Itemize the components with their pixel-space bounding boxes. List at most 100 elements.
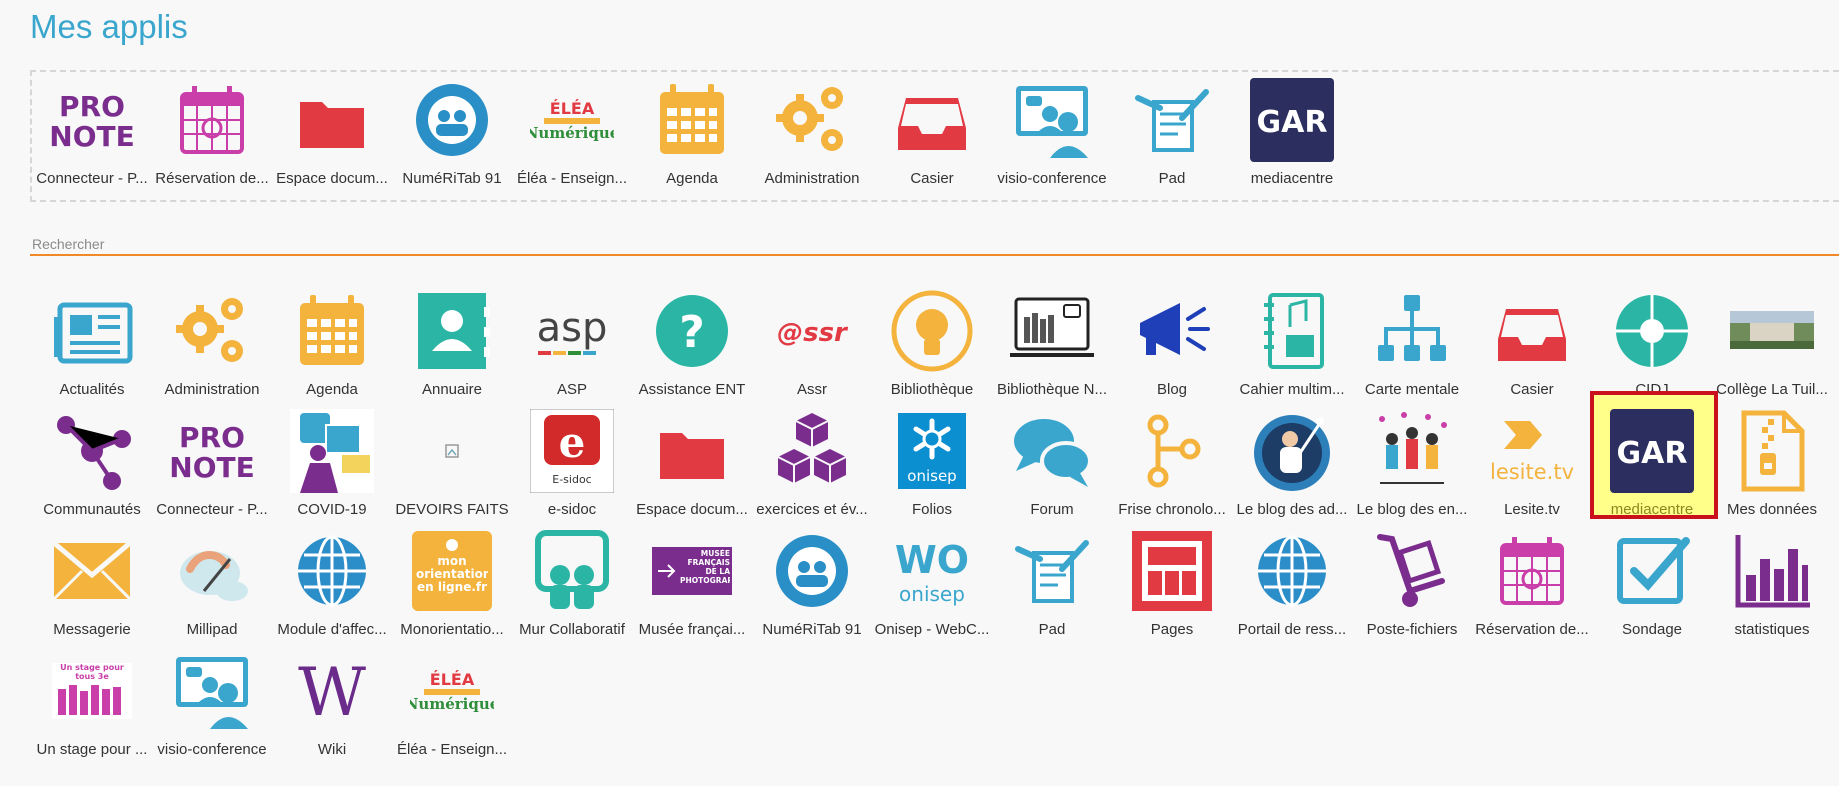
app-label: Messagerie (53, 621, 131, 638)
app-tile[interactable]: Portail de ress... (1232, 529, 1352, 649)
svg-text:asp: asp (537, 305, 608, 351)
app-label: visio-conference (157, 741, 267, 758)
share-icon (50, 409, 134, 493)
app-tile[interactable]: Mur Collaboratif (512, 529, 632, 649)
app-tile[interactable]: statistiques (1712, 529, 1832, 649)
app-label: mediacentre (1250, 170, 1334, 187)
app-tile[interactable]: Communautés (32, 409, 152, 529)
app-tile[interactable]: Carte mentale (1352, 289, 1472, 409)
app-tile[interactable]: Sondage (1592, 529, 1712, 649)
app-tile[interactable]: Pad (992, 529, 1112, 649)
app-label: DEVOIRS FAITS (395, 501, 509, 518)
app-tile[interactable]: lesite.tv Lesite.tv (1472, 409, 1592, 529)
app-tile[interactable]: NuméRiTab 91 (752, 529, 872, 649)
app-tile[interactable]: Pages (1112, 529, 1232, 649)
envelope-icon (50, 529, 134, 613)
favorite-app-tile[interactable]: Réservation de... (152, 78, 272, 198)
app-tile[interactable]: GAR mediacentre (1590, 391, 1718, 529)
favorite-app-tile[interactable]: ÉLÉA Numérique Éléa - Enseign... (512, 78, 632, 198)
app-tile[interactable]: ÉLÉA Numérique Éléa - Enseign... (392, 649, 512, 769)
app-tile[interactable]: Casier (1472, 289, 1592, 409)
app-tile[interactable]: Le blog des ad... (1232, 409, 1352, 529)
cubes-icon (770, 409, 854, 493)
favorite-app-tile[interactable]: GAR mediacentre (1232, 78, 1352, 198)
app-tile[interactable]: Module d'affec... (272, 529, 392, 649)
app-label: Assr (797, 381, 827, 398)
app-tile[interactable]: PRO NOTE Connecteur - P... (152, 409, 272, 529)
favorite-app-tile[interactable]: NuméRiTab 91 (392, 78, 512, 198)
calendar-booking-icon (170, 78, 254, 162)
app-label: Cahier multim... (1239, 381, 1345, 398)
app-tile[interactable]: Le blog des en... (1352, 409, 1472, 529)
app-tile[interactable]: Espace docum... (632, 409, 752, 529)
app-label: ASP (556, 381, 587, 398)
svg-text:ÉLÉA: ÉLÉA (550, 99, 595, 118)
favorite-app-tile[interactable]: Casier (872, 78, 992, 198)
app-tile[interactable]: Administration (152, 289, 272, 409)
app-tile[interactable]: ? Assistance ENT (632, 289, 752, 409)
app-tile[interactable]: W Wiki (272, 649, 392, 769)
favorite-app-tile[interactable]: visio-conference (992, 78, 1112, 198)
svg-text:GAR: GAR (1257, 105, 1328, 140)
svg-text:WO: WO (895, 538, 969, 582)
app-tile[interactable]: Collège La Tuil... (1712, 289, 1832, 409)
search-input[interactable] (30, 230, 1839, 252)
app-tile[interactable]: onisep Folios (872, 409, 992, 529)
app-tile[interactable]: asp ASP (512, 289, 632, 409)
app-tile[interactable]: Bibliothèque (872, 289, 992, 409)
zip-file-icon (1730, 409, 1814, 493)
app-tile[interactable]: Frise chronolo... (1112, 409, 1232, 529)
favorite-app-tile[interactable]: PRO NOTE Connecteur - P... (32, 78, 152, 198)
app-tile[interactable]: exercices et év... (752, 409, 872, 529)
favorite-app-tile[interactable]: Pad (1112, 78, 1232, 198)
app-label: Annuaire (421, 381, 483, 398)
app-tile[interactable]: Actualités (32, 289, 152, 409)
visio-icon (170, 649, 254, 733)
svg-text:ÉLÉA: ÉLÉA (430, 670, 475, 689)
covid-icon (290, 409, 374, 493)
app-tile[interactable]: e E-sidoc e-sidoc (512, 409, 632, 529)
app-label: Poste-fichiers (1366, 621, 1458, 638)
app-tile[interactable]: Blog (1112, 289, 1232, 409)
app-tile[interactable]: Annuaire (392, 289, 512, 409)
favorite-app-tile[interactable]: Agenda (632, 78, 752, 198)
app-tile[interactable]: COVID-19 (272, 409, 392, 529)
app-tile[interactable]: Forum (992, 409, 1112, 529)
app-tile[interactable]: Agenda (272, 289, 392, 409)
app-tile[interactable]: Bibliothèque N... (992, 289, 1112, 409)
app-tile[interactable]: Cahier multim... (1232, 289, 1352, 409)
app-tile[interactable]: mon orientation en ligne.fr Monorientatio… (392, 529, 512, 649)
app-label: Millipad (186, 621, 238, 638)
app-label: NuméRiTab 91 (402, 170, 502, 187)
favorite-app-tile[interactable]: Administration (752, 78, 872, 198)
app-tile[interactable]: Millipad (152, 529, 272, 649)
pronote-icon: PRO NOTE (50, 78, 134, 162)
app-label: Connecteur - P... (156, 501, 268, 518)
app-label: Espace docum... (636, 501, 748, 518)
app-tile[interactable]: Messagerie (32, 529, 152, 649)
app-tile[interactable]: Un stage pour tous 3e Un stage pour ... (32, 649, 152, 769)
numeritab-icon (410, 78, 494, 162)
assr-logo-icon: @ssr (770, 289, 854, 373)
pronote-icon: PRO NOTE (170, 409, 254, 493)
app-tile[interactable]: visio-conference (152, 649, 272, 769)
elea-icon: ÉLÉA Numérique (410, 649, 494, 733)
app-tile[interactable]: WO onisep Onisep - WebC... (872, 529, 992, 649)
timeline-icon (1130, 409, 1214, 493)
bar-chart-icon (1730, 529, 1814, 613)
svg-text:PRO: PRO (179, 421, 245, 454)
app-tile[interactable]: MUSÉE FRANÇAIS DE LA PHOTOGRAPHIE Musée f… (632, 529, 752, 649)
inbox-tray-icon (1490, 289, 1574, 373)
app-label: Éléa - Enseign... (516, 170, 628, 187)
musee-photo-icon: MUSÉE FRANÇAIS DE LA PHOTOGRAPHIE (650, 529, 734, 613)
app-tile[interactable]: @ssr Assr (752, 289, 872, 409)
esidoc-icon: e E-sidoc (530, 409, 614, 493)
app-tile[interactable]: Poste-fichiers (1352, 529, 1472, 649)
app-tile[interactable]: DEVOIRS FAITS (392, 409, 512, 529)
app-tile[interactable]: Réservation de... (1472, 529, 1592, 649)
favorite-app-tile[interactable]: Espace docum... (272, 78, 392, 198)
app-tile[interactable]: Mes données (1712, 409, 1832, 529)
app-label: exercices et év... (756, 501, 868, 518)
app-label: Collège La Tuil... (1716, 381, 1828, 398)
newspaper-icon (50, 289, 134, 373)
